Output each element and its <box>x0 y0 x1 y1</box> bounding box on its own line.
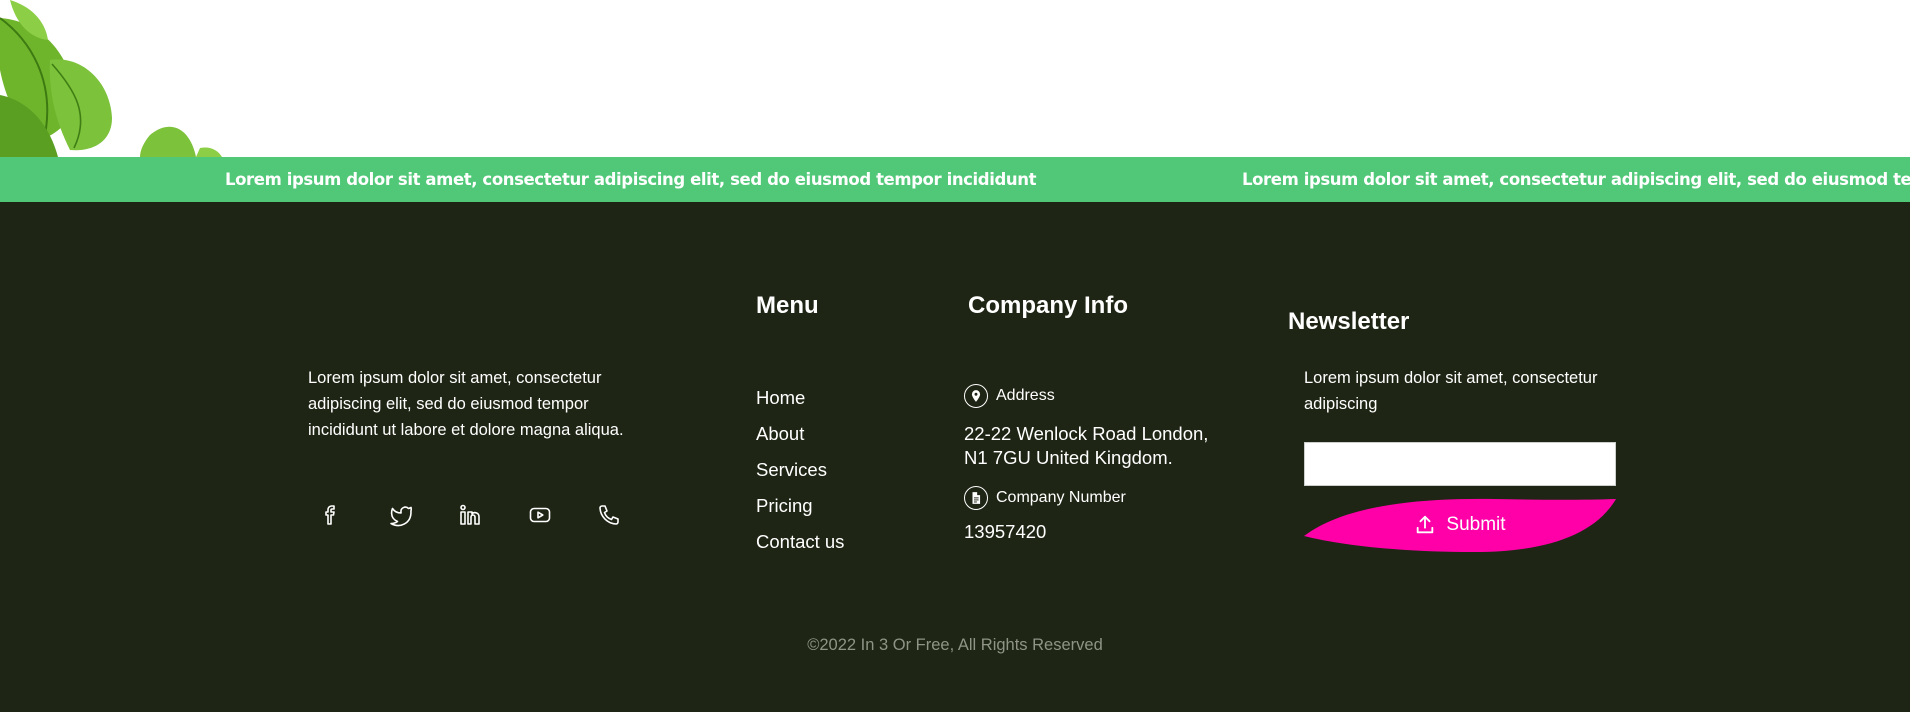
menu-item-home[interactable]: Home <box>756 380 844 416</box>
company-number-label-row: Company Number <box>964 486 1126 510</box>
footer-menu: Home About Services Pricing Contact us <box>756 380 844 560</box>
address-value: 22-22 Wenlock Road London, N1 7GU United… <box>964 423 1209 468</box>
company-number-label: Company Number <box>996 489 1126 506</box>
address-label-row: Address <box>964 384 1055 408</box>
newsletter-description: Lorem ipsum dolor sit amet, consectetur … <box>1304 369 1598 413</box>
submit-button[interactable]: Submit <box>1304 496 1616 554</box>
twitter-icon <box>389 506 412 527</box>
newsletter-heading: Newsletter <box>1288 308 1410 335</box>
marquee-text: Lorem ipsum dolor sit amet, consectetur … <box>225 170 1037 189</box>
linkedin-icon <box>460 504 480 525</box>
phone-link[interactable] <box>586 492 632 538</box>
submit-button-label: Submit <box>1446 514 1506 535</box>
marquee-text: Lorem ipsum dolor sit amet, consectetur … <box>1242 170 1910 189</box>
menu-item-pricing[interactable]: Pricing <box>756 488 844 524</box>
menu-item-services[interactable]: Services <box>756 452 844 488</box>
social-links <box>308 492 656 538</box>
youtube-icon <box>529 507 550 523</box>
menu-item-contact[interactable]: Contact us <box>756 524 844 560</box>
hero-bottom-area <box>0 0 1910 157</box>
menu-item-about[interactable]: About <box>756 416 844 452</box>
facebook-link[interactable] <box>308 492 354 538</box>
twitter-link[interactable] <box>378 492 424 538</box>
youtube-link[interactable] <box>517 492 563 538</box>
site-footer: Lorem ipsum dolor sit amet, consectetur … <box>0 202 1910 712</box>
company-info-heading: Company Info <box>968 292 1128 319</box>
location-pin-icon <box>964 384 988 408</box>
leaf-decoration-image <box>0 0 222 157</box>
newsletter-email-input[interactable] <box>1304 442 1616 486</box>
address-label: Address <box>996 387 1055 404</box>
linkedin-link[interactable] <box>447 492 493 538</box>
document-icon <box>964 486 988 510</box>
footer-about-text: Lorem ipsum dolor sit amet, consectetur … <box>308 369 624 439</box>
copyright-text: ©2022 In 3 Or Free, All Rights Reserved <box>807 636 1103 654</box>
facebook-icon <box>325 505 335 525</box>
upload-icon <box>1417 515 1434 534</box>
phone-icon <box>599 505 619 525</box>
marquee-banner: Lorem ipsum dolor sit amet, consectetur … <box>0 157 1910 202</box>
company-number-value: 13957420 <box>964 521 1047 542</box>
menu-heading: Menu <box>756 292 819 319</box>
